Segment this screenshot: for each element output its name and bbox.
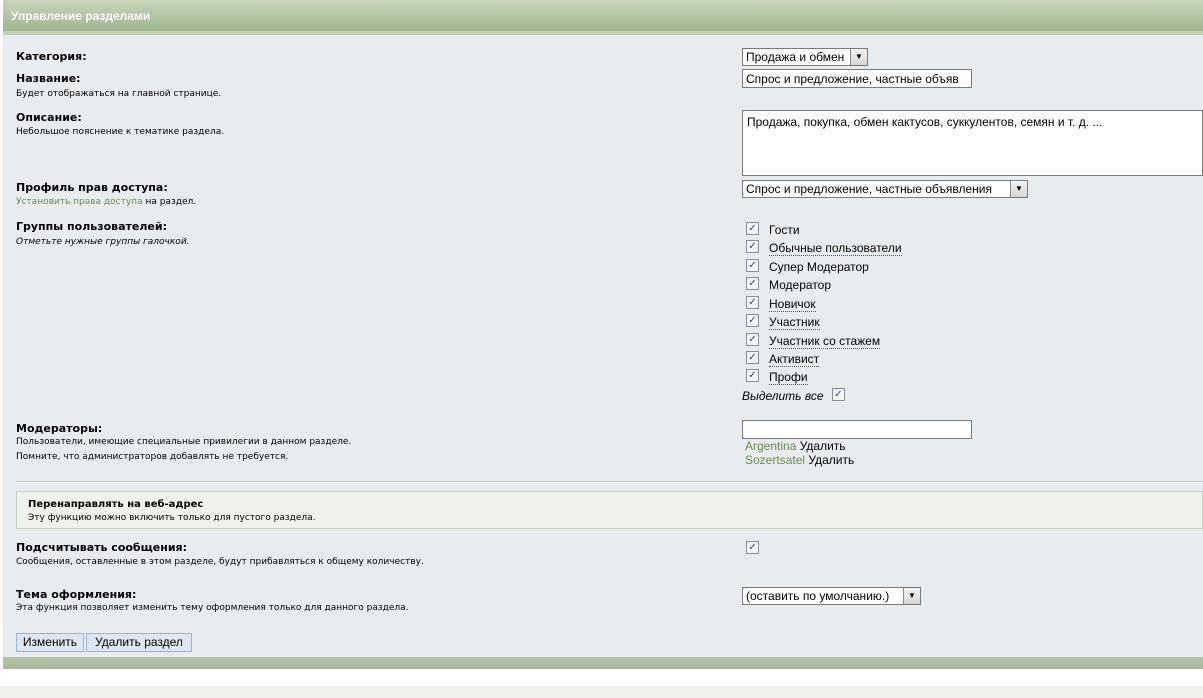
user-groups-label: Группы пользователей: — [16, 220, 167, 233]
name-hint: Будет отображаться на главной странице. — [16, 89, 222, 99]
redirect-title: Перенаправлять на веб-адрес — [28, 499, 204, 510]
access-profile-select-value: Спрос и предложение, частные объявления — [746, 182, 992, 196]
count-posts-label: Подсчитывать сообщения: — [16, 541, 187, 554]
group-label-pro[interactable]: Профи — [769, 370, 808, 385]
moderator-row: Argentina Удалить — [745, 439, 846, 453]
group-label-regular-users[interactable]: Обычные пользователи — [769, 241, 902, 256]
chevron-down-icon: ▼ — [850, 49, 867, 65]
moderator-add-input[interactable] — [742, 420, 972, 439]
panel-footer-bar — [3, 657, 1203, 669]
moderator-remove-link[interactable]: Удалить — [800, 439, 846, 453]
redirect-info-box: Перенаправлять на веб-адрес Эту функцию … — [16, 491, 1203, 529]
category-label: Категория: — [16, 50, 87, 63]
theme-select-value: (оставить по умолчанию.) — [746, 589, 890, 603]
count-posts-hint: Сообщения, оставленные в этом разделе, б… — [16, 557, 424, 567]
save-button[interactable]: Изменить — [16, 633, 84, 652]
moderator-row: Sozertsatel Удалить — [745, 453, 854, 467]
group-label-newbie[interactable]: Новичок — [769, 297, 816, 312]
description-textarea[interactable]: Продажа, покупка, обмен кактусов, суккул… — [742, 110, 1203, 176]
access-profile-select[interactable]: Спрос и предложение, частные объявления … — [742, 180, 1028, 198]
moderators-label: Модераторы: — [16, 422, 103, 435]
group-label-activist[interactable]: Активист — [769, 352, 820, 367]
theme-hint: Эта функция позволяет изменить тему офор… — [16, 603, 409, 613]
access-profile-hint-rest: на раздел. — [142, 197, 197, 207]
group-checkbox-regular-users[interactable]: ✓ — [746, 240, 759, 253]
group-label-member[interactable]: Участник — [769, 315, 820, 330]
access-profile-hint: Установить права доступа на раздел. — [16, 197, 196, 207]
group-checkbox-super-moderator[interactable]: ✓ — [746, 259, 759, 272]
group-label-senior-member[interactable]: Участник со стажем — [769, 334, 881, 349]
access-profile-label: Профиль прав доступа: — [16, 181, 168, 194]
moderators-hint-1: Пользователи, имеющие специальные привил… — [16, 437, 352, 447]
moderators-hint-2: Помните, что администраторов добавлять н… — [16, 452, 289, 462]
delete-section-button[interactable]: Удалить раздел — [86, 633, 192, 652]
select-all-label: Выделить все — [742, 389, 824, 403]
group-checkbox-newbie[interactable]: ✓ — [746, 296, 759, 309]
header-bar: Управление разделами — [3, 0, 1203, 35]
group-checkbox-moderator[interactable]: ✓ — [746, 277, 759, 290]
group-label-guests: Гости — [769, 223, 800, 237]
chevron-down-icon: ▼ — [903, 588, 920, 604]
select-all-checkbox[interactable]: ✓ — [832, 388, 845, 401]
page-footer-strip — [0, 686, 1203, 698]
group-checkbox-member[interactable]: ✓ — [746, 314, 759, 327]
group-checkbox-guests[interactable]: ✓ — [746, 222, 759, 235]
group-checkbox-pro[interactable]: ✓ — [746, 369, 759, 382]
theme-select[interactable]: (оставить по умолчанию.) ▼ — [742, 587, 921, 605]
name-input[interactable]: Спрос и предложение, частные объяв — [742, 69, 972, 88]
section-divider — [16, 481, 1203, 482]
group-label-moderator: Модератор — [769, 278, 832, 292]
group-label-super-moderator: Супер Модератор — [769, 260, 869, 274]
count-posts-checkbox[interactable]: ✓ — [746, 541, 759, 554]
group-checkbox-senior-member[interactable]: ✓ — [746, 333, 759, 346]
user-groups-hint: Отметьте нужные группы галочкой. — [16, 237, 190, 247]
category-select-value: Продажа и обмен — [746, 50, 845, 64]
name-label: Название: — [16, 72, 81, 85]
theme-label: Тема оформления: — [16, 588, 137, 601]
description-label: Описание: — [16, 111, 82, 124]
description-textarea-value: Продажа, покупка, обмен кактусов, суккул… — [747, 115, 1103, 129]
moderator-name-link[interactable]: Argentina — [745, 439, 796, 453]
user-groups-hint-text: Отметьте нужные группы галочкой. — [16, 237, 190, 247]
section-management-panel: Управление разделами Категория: Продажа … — [3, 0, 1203, 669]
moderator-name-link[interactable]: Sozertsatel — [745, 453, 805, 467]
chevron-down-icon: ▼ — [1010, 181, 1027, 197]
redirect-subtitle: Эту функцию можно включить только для пу… — [28, 513, 316, 523]
page-title: Управление разделами — [11, 9, 151, 23]
description-hint: Небольшое пояснение к тематике раздела. — [16, 127, 225, 137]
category-select[interactable]: Продажа и обмен ▼ — [742, 48, 868, 66]
set-access-link[interactable]: Установить права доступа — [16, 197, 143, 207]
group-checkbox-activist[interactable]: ✓ — [746, 351, 759, 364]
name-input-value: Спрос и предложение, частные объяв — [746, 72, 959, 86]
moderator-remove-link[interactable]: Удалить — [808, 453, 854, 467]
